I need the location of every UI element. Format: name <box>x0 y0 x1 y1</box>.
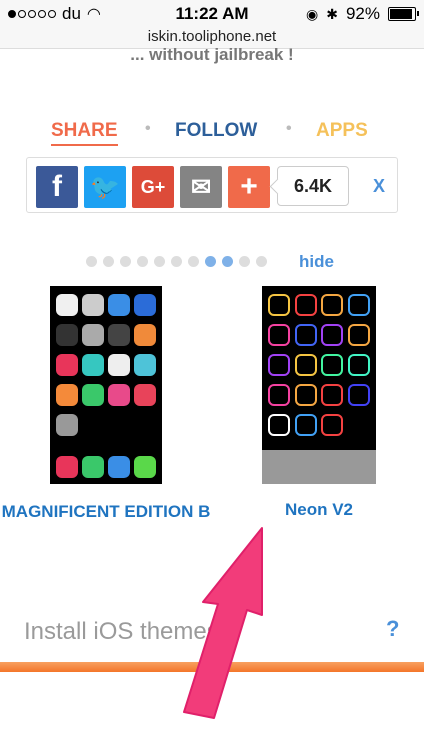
pointer-arrow <box>183 527 263 719</box>
